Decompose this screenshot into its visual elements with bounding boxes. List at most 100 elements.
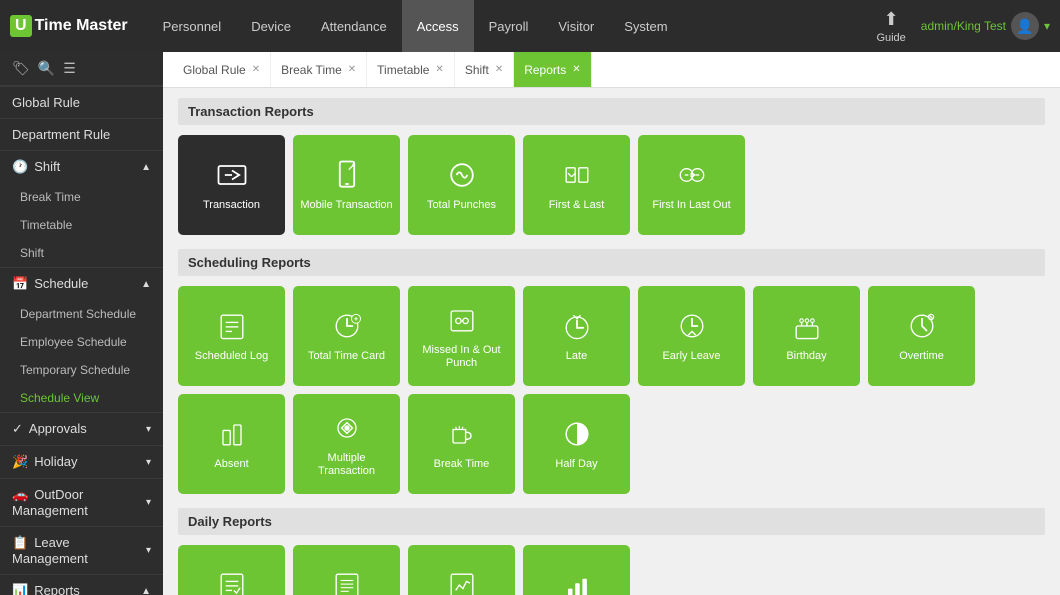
sidebar-section-shift[interactable]: 🕐Shift ▲ bbox=[0, 150, 163, 183]
card-first-last[interactable]: First & Last bbox=[523, 135, 630, 235]
absent-icon bbox=[214, 416, 250, 452]
tab-reports-close[interactable]: ✕ bbox=[572, 64, 580, 75]
card-half-day[interactable]: Half Day bbox=[523, 394, 630, 494]
daily-details-icon bbox=[329, 567, 365, 595]
sidebar-item-department-schedule[interactable]: Department Schedule bbox=[0, 300, 163, 328]
nav-right: ⬆ Guide admin/King Test 👤 ▾ bbox=[876, 9, 1050, 44]
card-missed-punch[interactable]: Missed In & Out Punch bbox=[408, 286, 515, 386]
nav-access[interactable]: Access bbox=[402, 0, 474, 52]
nav-device[interactable]: Device bbox=[236, 0, 306, 52]
sidebar-item-timetable[interactable]: Timetable bbox=[0, 211, 163, 239]
sidebar-section-schedule[interactable]: 📅Schedule ▲ bbox=[0, 267, 163, 300]
first-in-last-out-icon bbox=[674, 157, 710, 193]
card-total-time-card[interactable]: Total Time Card bbox=[293, 286, 400, 386]
card-birthday-label: Birthday bbox=[786, 350, 826, 363]
chevron-down-icon: ▾ bbox=[1044, 19, 1050, 33]
sidebar-section-leave[interactable]: 📋Leave Management ▾ bbox=[0, 526, 163, 574]
sidebar-section-outdoor-label: 🚗OutDoor Management bbox=[12, 487, 146, 518]
logo[interactable]: U Time Master bbox=[10, 15, 128, 37]
card-total-punches[interactable]: Total Punches bbox=[408, 135, 515, 235]
sidebar-item-temporary-schedule[interactable]: Temporary Schedule bbox=[0, 356, 163, 384]
list-icon[interactable]: ☰ bbox=[63, 60, 76, 77]
card-birthday[interactable]: Birthday bbox=[753, 286, 860, 386]
tab-reports[interactable]: Reports ✕ bbox=[514, 52, 591, 87]
logo-u: U bbox=[10, 15, 32, 37]
sidebar-section-holiday[interactable]: 🎉Holiday ▾ bbox=[0, 445, 163, 478]
sidebar-section-approvals[interactable]: ✓Approvals ▾ bbox=[0, 412, 163, 445]
card-first-in-last-out-label: First In Last Out bbox=[652, 199, 730, 212]
section-header-daily: Daily Reports bbox=[178, 508, 1045, 535]
nav-items: Personnel Device Attendance Access Payro… bbox=[148, 0, 877, 52]
nav-attendance[interactable]: Attendance bbox=[306, 0, 402, 52]
card-early-leave-label: Early Leave bbox=[662, 350, 720, 363]
tab-timetable[interactable]: Timetable ✕ bbox=[367, 52, 455, 87]
nav-visitor[interactable]: Visitor bbox=[543, 0, 609, 52]
sidebar-section-outdoor[interactable]: 🚗OutDoor Management ▾ bbox=[0, 478, 163, 526]
card-late[interactable]: Late bbox=[523, 286, 630, 386]
holiday-chevron-icon: ▾ bbox=[146, 457, 151, 468]
sidebar-section-global-rule[interactable]: Global Rule bbox=[0, 86, 163, 118]
section-header-scheduling: Scheduling Reports bbox=[178, 249, 1045, 276]
card-daily-details[interactable]: Daily Details bbox=[293, 545, 400, 595]
transaction-icon bbox=[214, 157, 250, 193]
reports-content: Transaction Reports Transaction bbox=[163, 88, 1060, 595]
first-last-icon bbox=[559, 157, 595, 193]
sidebar-section-department-rule[interactable]: Department Rule bbox=[0, 118, 163, 150]
tab-timetable-close[interactable]: ✕ bbox=[435, 64, 443, 75]
card-mobile-transaction-label: Mobile Transaction bbox=[300, 199, 392, 212]
sidebar-item-break-time[interactable]: Break Time bbox=[0, 183, 163, 211]
tab-break-time[interactable]: Break Time ✕ bbox=[271, 52, 367, 87]
card-multiple-transaction[interactable]: Multiple Transaction bbox=[293, 394, 400, 494]
card-late-label: Late bbox=[566, 350, 587, 363]
tab-global-rule-label: Global Rule bbox=[183, 63, 246, 77]
card-half-day-label: Half Day bbox=[555, 458, 597, 471]
scheduling-card-grid: Scheduled Log Total Time Card bbox=[178, 286, 1045, 494]
sidebar-item-schedule-view[interactable]: Schedule View bbox=[0, 384, 163, 412]
tab-shift-label: Shift bbox=[465, 63, 489, 77]
tab-break-time-close[interactable]: ✕ bbox=[348, 64, 356, 75]
section-header-transaction: Transaction Reports bbox=[178, 98, 1045, 125]
card-first-in-last-out[interactable]: First In Last Out bbox=[638, 135, 745, 235]
nav-personnel[interactable]: Personnel bbox=[148, 0, 237, 52]
card-daily-status[interactable]: Daily Status bbox=[523, 545, 630, 595]
tab-global-rule[interactable]: Global Rule ✕ bbox=[173, 52, 271, 87]
tag-icon[interactable]: 🏷 bbox=[12, 60, 30, 77]
main-layout: 🏷 🔍 ☰ Global Rule Department Rule 🕐Shift… bbox=[0, 52, 1060, 595]
card-daily-attendance[interactable]: Daily Attendance bbox=[178, 545, 285, 595]
sidebar-section-reports[interactable]: 📊Reports ▲ bbox=[0, 574, 163, 595]
sidebar-item-shift[interactable]: Shift bbox=[0, 239, 163, 267]
sidebar-section-leave-label: 📋Leave Management bbox=[12, 535, 146, 566]
card-early-leave[interactable]: Early Leave bbox=[638, 286, 745, 386]
card-first-last-label: First & Last bbox=[549, 199, 605, 212]
tab-timetable-label: Timetable bbox=[377, 63, 429, 77]
search-icon[interactable]: 🔍 bbox=[38, 60, 55, 77]
card-transaction[interactable]: Transaction bbox=[178, 135, 285, 235]
mobile-transaction-icon bbox=[329, 157, 365, 193]
nav-system[interactable]: System bbox=[609, 0, 682, 52]
total-time-card-icon bbox=[329, 308, 365, 344]
card-daily-summary[interactable]: Daily Summary bbox=[408, 545, 515, 595]
user-info[interactable]: admin/King Test 👤 ▾ bbox=[921, 12, 1050, 40]
card-break-time-label: Break Time bbox=[434, 458, 490, 471]
card-overtime[interactable]: Overtime bbox=[868, 286, 975, 386]
guide-button[interactable]: ⬆ Guide bbox=[876, 9, 905, 44]
birthday-icon bbox=[789, 308, 825, 344]
tab-shift[interactable]: Shift ✕ bbox=[455, 52, 514, 87]
card-absent[interactable]: Absent bbox=[178, 394, 285, 494]
transaction-card-grid: Transaction Mobile Transaction bbox=[178, 135, 1045, 235]
tab-global-rule-close[interactable]: ✕ bbox=[252, 64, 260, 75]
card-scheduled-log-label: Scheduled Log bbox=[195, 350, 268, 363]
card-multiple-transaction-label: Multiple Transaction bbox=[298, 452, 395, 478]
sidebar-section-approvals-label: ✓Approvals bbox=[12, 421, 87, 437]
sidebar-item-employee-schedule[interactable]: Employee Schedule bbox=[0, 328, 163, 356]
nav-payroll[interactable]: Payroll bbox=[474, 0, 544, 52]
tab-shift-close[interactable]: ✕ bbox=[495, 64, 503, 75]
card-scheduled-log[interactable]: Scheduled Log bbox=[178, 286, 285, 386]
sidebar-toolbar: 🏷 🔍 ☰ bbox=[0, 52, 163, 86]
leave-chevron-icon: ▾ bbox=[146, 545, 151, 556]
sidebar-section-schedule-label: 📅Schedule bbox=[12, 276, 88, 292]
card-mobile-transaction[interactable]: Mobile Transaction bbox=[293, 135, 400, 235]
sidebar-section-department-rule-label: Department Rule bbox=[12, 127, 110, 142]
card-break-time[interactable]: Break Time bbox=[408, 394, 515, 494]
late-icon bbox=[559, 308, 595, 344]
